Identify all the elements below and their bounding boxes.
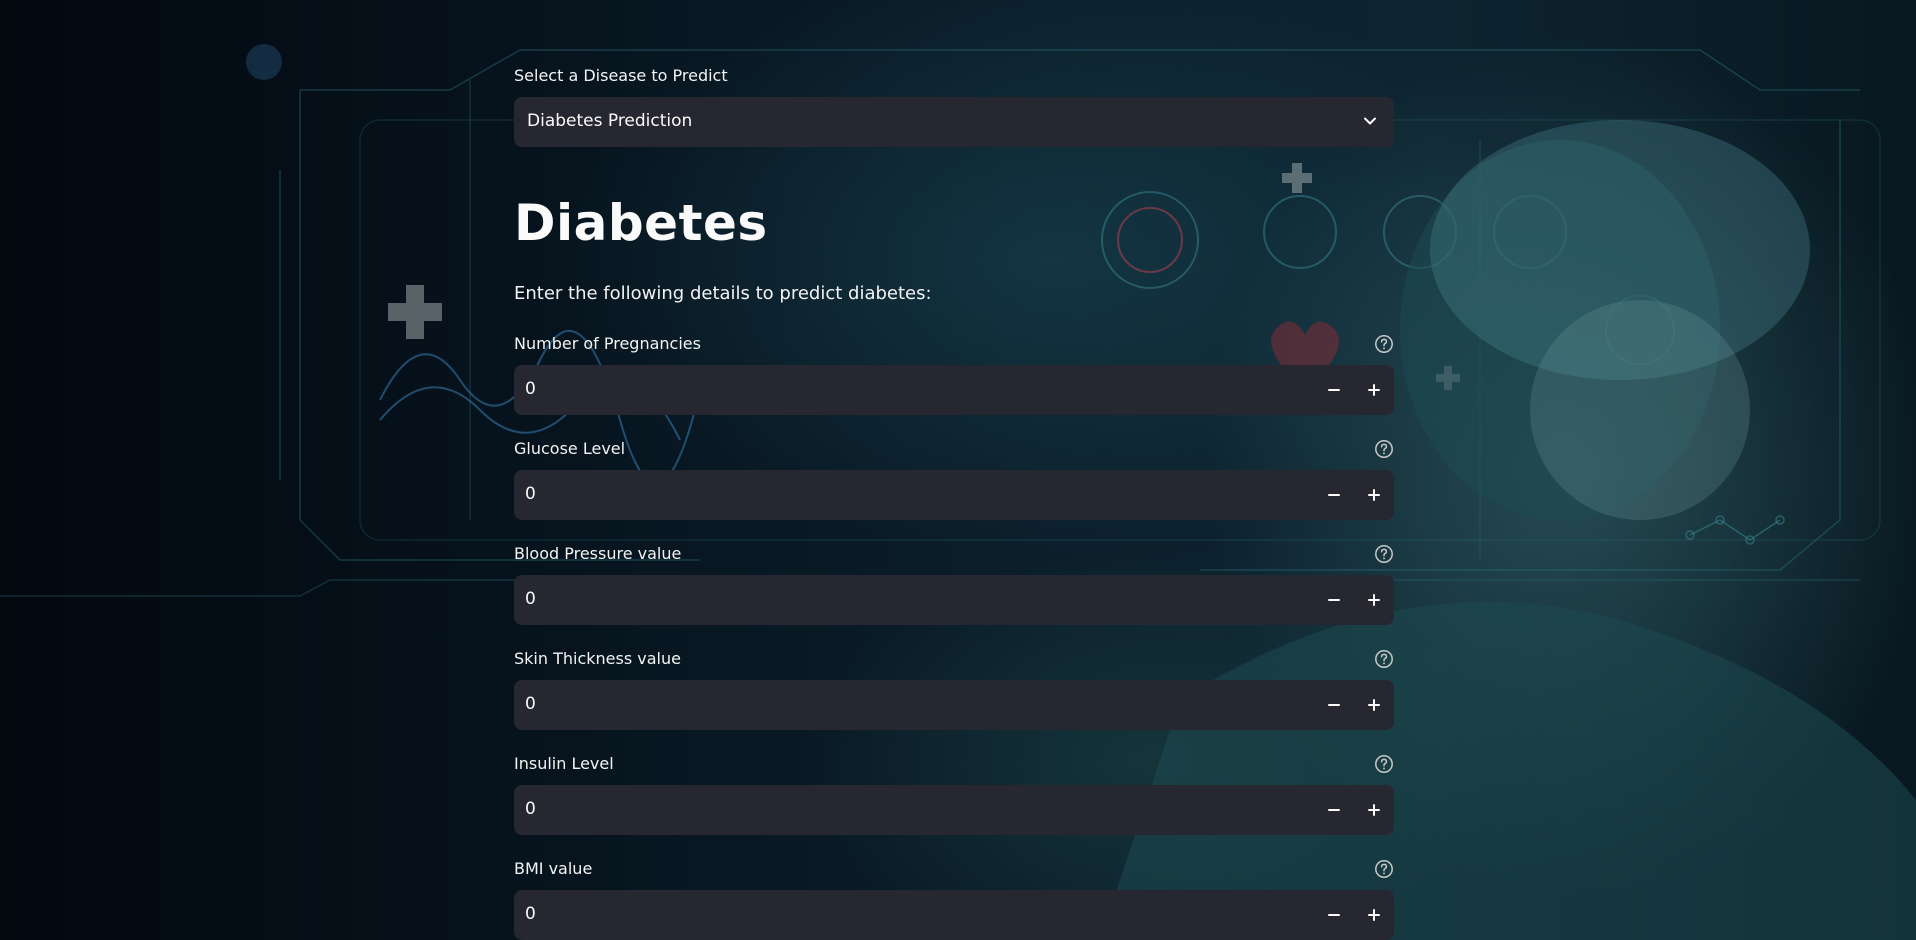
minus-icon [1328,704,1340,706]
page-subtitle: Enter the following details to predict d… [514,283,932,304]
chevron-down-icon [1364,117,1376,125]
pregnancies-value: 0 [525,379,536,399]
disease-select-label: Select a Disease to Predict [514,66,728,85]
insulin-decrement-button[interactable] [1314,785,1354,835]
help-icon[interactable] [1374,439,1394,459]
bmi-value: 0 [525,904,536,924]
page-title: Diabetes [514,194,768,252]
minus-icon [1328,389,1340,391]
help-icon[interactable] [1374,649,1394,669]
plus-icon [1368,909,1380,921]
field-label-blood-pressure: Blood Pressure value [514,544,682,563]
help-icon[interactable] [1374,859,1394,879]
blood-pressure-increment-button[interactable] [1354,575,1394,625]
glucose-increment-button[interactable] [1354,470,1394,520]
bmi-input[interactable]: 0 [514,890,1394,940]
field-label-bmi: BMI value [514,859,593,878]
glucose-value: 0 [525,484,536,504]
help-icon[interactable] [1374,334,1394,354]
skin-thickness-value: 0 [525,694,536,714]
skin-thickness-decrement-button[interactable] [1314,680,1354,730]
insulin-increment-button[interactable] [1354,785,1394,835]
blood-pressure-decrement-button[interactable] [1314,575,1354,625]
help-icon[interactable] [1374,754,1394,774]
field-label-glucose: Glucose Level [514,439,626,458]
disease-select[interactable]: Diabetes Prediction [514,97,1394,147]
bmi-decrement-button[interactable] [1314,890,1354,940]
plus-icon [1368,594,1380,606]
glucose-input[interactable]: 0 [514,470,1394,520]
help-icon[interactable] [1374,544,1394,564]
insulin-input[interactable]: 0 [514,785,1394,835]
disease-select-value: Diabetes Prediction [527,111,693,131]
field-label-pregnancies: Number of Pregnancies [514,334,701,353]
skin-thickness-increment-button[interactable] [1354,680,1394,730]
blood-pressure-value: 0 [525,589,536,609]
minus-icon [1328,809,1340,811]
insulin-value: 0 [525,799,536,819]
minus-icon [1328,599,1340,601]
glucose-decrement-button[interactable] [1314,470,1354,520]
plus-icon [1368,699,1380,711]
plus-icon [1368,384,1380,396]
bmi-increment-button[interactable] [1354,890,1394,940]
plus-icon [1368,804,1380,816]
pregnancies-increment-button[interactable] [1354,365,1394,415]
pregnancies-decrement-button[interactable] [1314,365,1354,415]
minus-icon [1328,914,1340,916]
plus-icon [1368,489,1380,501]
field-label-insulin: Insulin Level [514,754,614,773]
field-label-skin-thickness: Skin Thickness value [514,649,681,668]
blood-pressure-input[interactable]: 0 [514,575,1394,625]
minus-icon [1328,494,1340,496]
pregnancies-input[interactable]: 0 [514,365,1394,415]
skin-thickness-input[interactable]: 0 [514,680,1394,730]
